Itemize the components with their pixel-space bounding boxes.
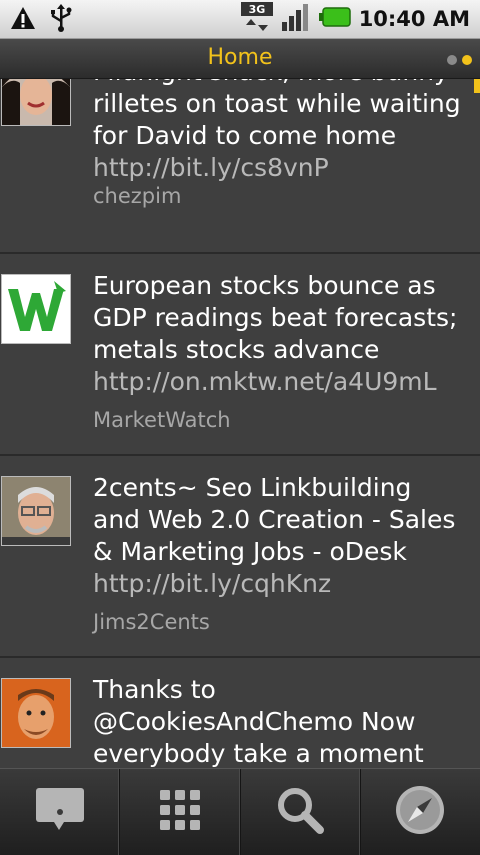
clock: 10:40 AM — [358, 7, 470, 31]
tweet-item[interactable]: Thanks to @CookiesAndChemo Now everybody… — [0, 658, 480, 767]
avatar[interactable] — [1, 79, 71, 126]
3g-icon: 3G — [240, 2, 273, 36]
avatar[interactable] — [1, 274, 71, 344]
avatar[interactable] — [1, 678, 71, 748]
tweet-item[interactable]: European stocks bounce as GDP readings b… — [0, 254, 480, 456]
compose-button[interactable] — [0, 769, 121, 855]
signal-icon — [281, 2, 311, 36]
tweet-username[interactable]: MarketWatch — [93, 408, 231, 432]
compass-icon — [394, 784, 446, 840]
usb-icon — [50, 4, 72, 36]
tweet-text: Thanks to @CookiesAndChemo Now everybody… — [93, 675, 424, 767]
search-icon — [275, 785, 325, 839]
tweet-link[interactable]: http://on.mktw.net/a4U9mL — [93, 367, 437, 396]
tweet-username[interactable]: chezpim — [93, 184, 181, 208]
bottom-nav — [0, 768, 480, 855]
tweet-text: European stocks bounce as GDP readings b… — [93, 271, 458, 396]
page-dot-inactive — [447, 55, 457, 65]
page-indicator — [447, 55, 472, 65]
battery-icon — [318, 7, 351, 31]
apps-button[interactable] — [120, 769, 241, 855]
avatar[interactable] — [1, 476, 71, 546]
tweet-item[interactable]: 2cents~ Seo Linkbuilding and Web 2.0 Cre… — [0, 456, 480, 658]
tweet-username[interactable]: Jims2Cents — [93, 610, 210, 634]
tweet-item[interactable]: Midnight snack, more bunny rilletes on t… — [0, 79, 480, 254]
tweet-link[interactable]: http://bit.ly/cs8vnP — [93, 153, 329, 182]
tweet-feed[interactable]: Midnight snack, more bunny rilletes on t… — [0, 79, 480, 767]
compose-icon — [34, 786, 86, 838]
svg-text:3G: 3G — [248, 3, 265, 16]
page-title: Home — [207, 45, 273, 70]
tweet-text: Midnight snack, more bunny rilletes on t… — [93, 79, 461, 182]
page-dot-active — [462, 55, 472, 65]
explore-button[interactable] — [361, 769, 480, 855]
search-button[interactable] — [241, 769, 361, 855]
status-bar: 3G 10:40 AM — [0, 0, 480, 39]
apps-grid-icon — [158, 788, 202, 836]
tweet-link[interactable]: http://bit.ly/cqhKnz — [93, 569, 331, 598]
title-bar: Home — [0, 39, 480, 79]
tweet-text: 2cents~ Seo Linkbuilding and Web 2.0 Cre… — [93, 473, 456, 598]
warning-icon — [10, 5, 36, 35]
